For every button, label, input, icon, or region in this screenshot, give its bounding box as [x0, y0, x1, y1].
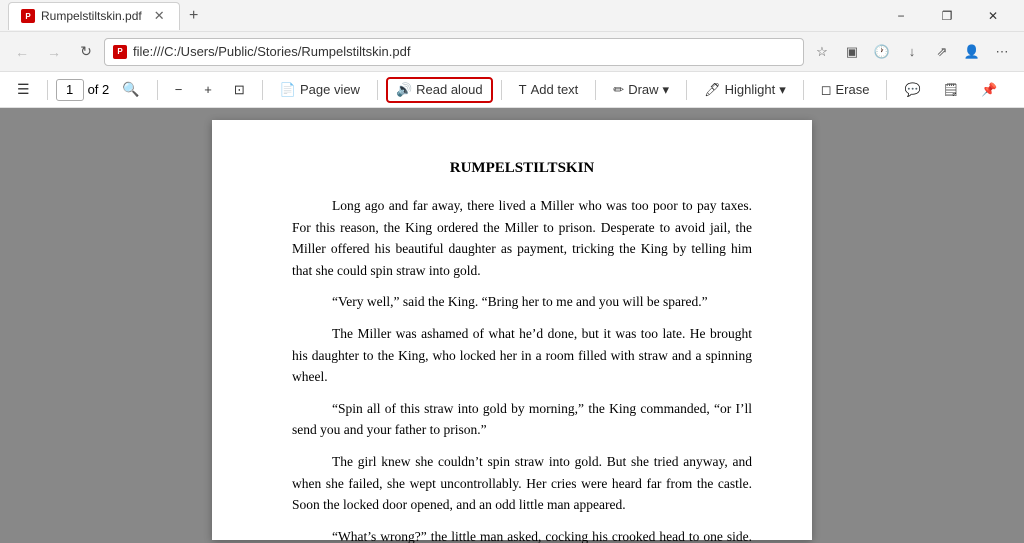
paragraph-5: The girl knew she couldn’t spin straw in… — [292, 451, 752, 516]
sidebar-icon: ☰ — [17, 81, 30, 98]
draw-button[interactable]: ✏ Draw ▾ — [604, 78, 678, 102]
erase-button[interactable]: ◻ Erase — [812, 78, 879, 102]
forward-button[interactable]: → — [40, 38, 68, 66]
zoom-in-icon: + — [204, 82, 212, 97]
page-view-icon: 📄 — [280, 82, 296, 98]
separator-1 — [47, 80, 48, 100]
paragraph-3: The Miller was ashamed of what he’d done… — [292, 323, 752, 388]
zoom-out-icon: − — [175, 82, 183, 97]
zoom-in-button[interactable]: + — [195, 78, 221, 101]
favorites-button[interactable]: ☆ — [808, 38, 836, 66]
share-button[interactable]: ⇗ — [928, 38, 956, 66]
addressbar-actions: ☆ ▣ 🕐 ↓ ⇗ 👤 ⋯ — [808, 38, 1016, 66]
erase-label: Erase — [836, 82, 870, 97]
search-icon: 🔍 — [122, 81, 139, 98]
separator-7 — [686, 80, 687, 100]
highlight-icon: 🖊 — [704, 82, 721, 98]
paragraph-1: Long ago and far away, there lived a Mil… — [292, 195, 752, 281]
tab-favicon: P — [21, 9, 35, 23]
profile-button[interactable]: 👤 — [958, 38, 986, 66]
draw-chevron-icon: ▾ — [663, 82, 670, 98]
pin-button[interactable]: 📌 — [972, 78, 1006, 102]
pin-icon: 📌 — [981, 82, 997, 98]
refresh-button[interactable]: ↻ — [72, 38, 100, 66]
main-area: RUMPELSTILTSKIN Long ago and far away, t… — [0, 108, 1024, 543]
separator-6 — [595, 80, 596, 100]
highlight-label: Highlight — [725, 82, 776, 97]
comment-icon: 💬 — [904, 82, 920, 98]
settings-button[interactable]: ⋯ — [988, 38, 1016, 66]
draw-icon: ✏ — [613, 82, 624, 98]
url-bar[interactable]: P file:///C:/Users/Public/Stories/Rumpel… — [104, 38, 804, 66]
pdf-document-title: RUMPELSTILTSKIN — [292, 160, 752, 177]
tab-area: P Rumpelstiltskin.pdf ✕ + — [8, 2, 878, 30]
separator-5 — [501, 80, 502, 100]
collections-button[interactable]: ▣ — [838, 38, 866, 66]
read-aloud-label: Read aloud — [416, 82, 483, 97]
close-button[interactable]: ✕ — [970, 0, 1016, 32]
history-button[interactable]: 🕐 — [868, 38, 896, 66]
fit-icon: ⊡ — [234, 82, 245, 98]
highlight-chevron-icon: ▾ — [779, 82, 786, 98]
page-view-button[interactable]: 📄 Page view — [271, 78, 369, 102]
add-text-button[interactable]: T Add text — [510, 78, 588, 101]
zoom-out-button[interactable]: − — [166, 78, 192, 101]
minimize-button[interactable]: − — [878, 0, 924, 32]
page-number-box: of 2 — [56, 79, 110, 101]
pdf-body: Long ago and far away, there lived a Mil… — [292, 195, 752, 543]
page-number-input[interactable] — [56, 79, 84, 101]
paragraph-6: “What’s wrong?” the little man asked, co… — [292, 526, 752, 543]
page-total-label: of 2 — [88, 82, 110, 97]
fit-button[interactable]: ⊡ — [225, 78, 254, 102]
titlebar-controls: − ❐ ✕ — [878, 0, 1016, 32]
downloads-button[interactable]: ↓ — [898, 38, 926, 66]
page-view-label: Page view — [300, 82, 360, 97]
separator-3 — [262, 80, 263, 100]
url-favicon: P — [113, 45, 127, 59]
search-button[interactable]: 🔍 — [113, 77, 148, 102]
sidebar-toggle-button[interactable]: ☰ — [8, 77, 39, 102]
tab-close-button[interactable]: ✕ — [152, 8, 167, 24]
new-tab-button[interactable]: + — [180, 2, 208, 30]
erase-icon: ◻ — [821, 82, 832, 98]
url-text: file:///C:/Users/Public/Stories/Rumpelst… — [133, 44, 795, 59]
sticker-button[interactable]: 🗒 — [934, 78, 969, 102]
separator-2 — [157, 80, 158, 100]
back-button[interactable]: ← — [8, 38, 36, 66]
read-aloud-button[interactable]: 🔊 Read aloud — [386, 77, 493, 103]
highlight-button[interactable]: 🖊 Highlight ▾ — [695, 78, 795, 102]
restore-button[interactable]: ❐ — [924, 0, 970, 32]
separator-9 — [886, 80, 887, 100]
tab-title: Rumpelstiltskin.pdf — [41, 9, 142, 23]
read-aloud-icon: 🔊 — [396, 82, 412, 98]
paragraph-4: “Spin all of this straw into gold by mor… — [292, 398, 752, 441]
separator-8 — [803, 80, 804, 100]
pdf-page: RUMPELSTILTSKIN Long ago and far away, t… — [212, 120, 812, 540]
active-tab[interactable]: P Rumpelstiltskin.pdf ✕ — [8, 2, 180, 30]
add-text-icon: T — [519, 82, 527, 97]
addressbar: ← → ↻ P file:///C:/Users/Public/Stories/… — [0, 32, 1024, 72]
draw-label: Draw — [628, 82, 658, 97]
sticker-icon: 🗒 — [943, 82, 960, 98]
pdf-toolbar: ☰ of 2 🔍 − + ⊡ 📄 Page view 🔊 Read aloud … — [0, 72, 1024, 108]
separator-4 — [377, 80, 378, 100]
comment-button[interactable]: 💬 — [895, 78, 929, 102]
paragraph-2: “Very well,” said the King. “Bring her t… — [292, 291, 752, 313]
titlebar: P Rumpelstiltskin.pdf ✕ + − ❐ ✕ — [0, 0, 1024, 32]
add-text-label: Add text — [531, 82, 579, 97]
